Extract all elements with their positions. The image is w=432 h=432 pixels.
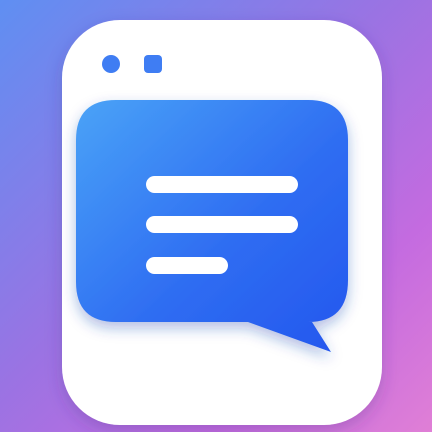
message-line-1 <box>146 176 298 193</box>
circle-dot-icon <box>102 55 120 73</box>
chat-app-icon <box>62 20 382 425</box>
message-line-2 <box>146 216 298 233</box>
message-line-3 <box>146 257 228 274</box>
square-dot-icon <box>144 55 162 73</box>
